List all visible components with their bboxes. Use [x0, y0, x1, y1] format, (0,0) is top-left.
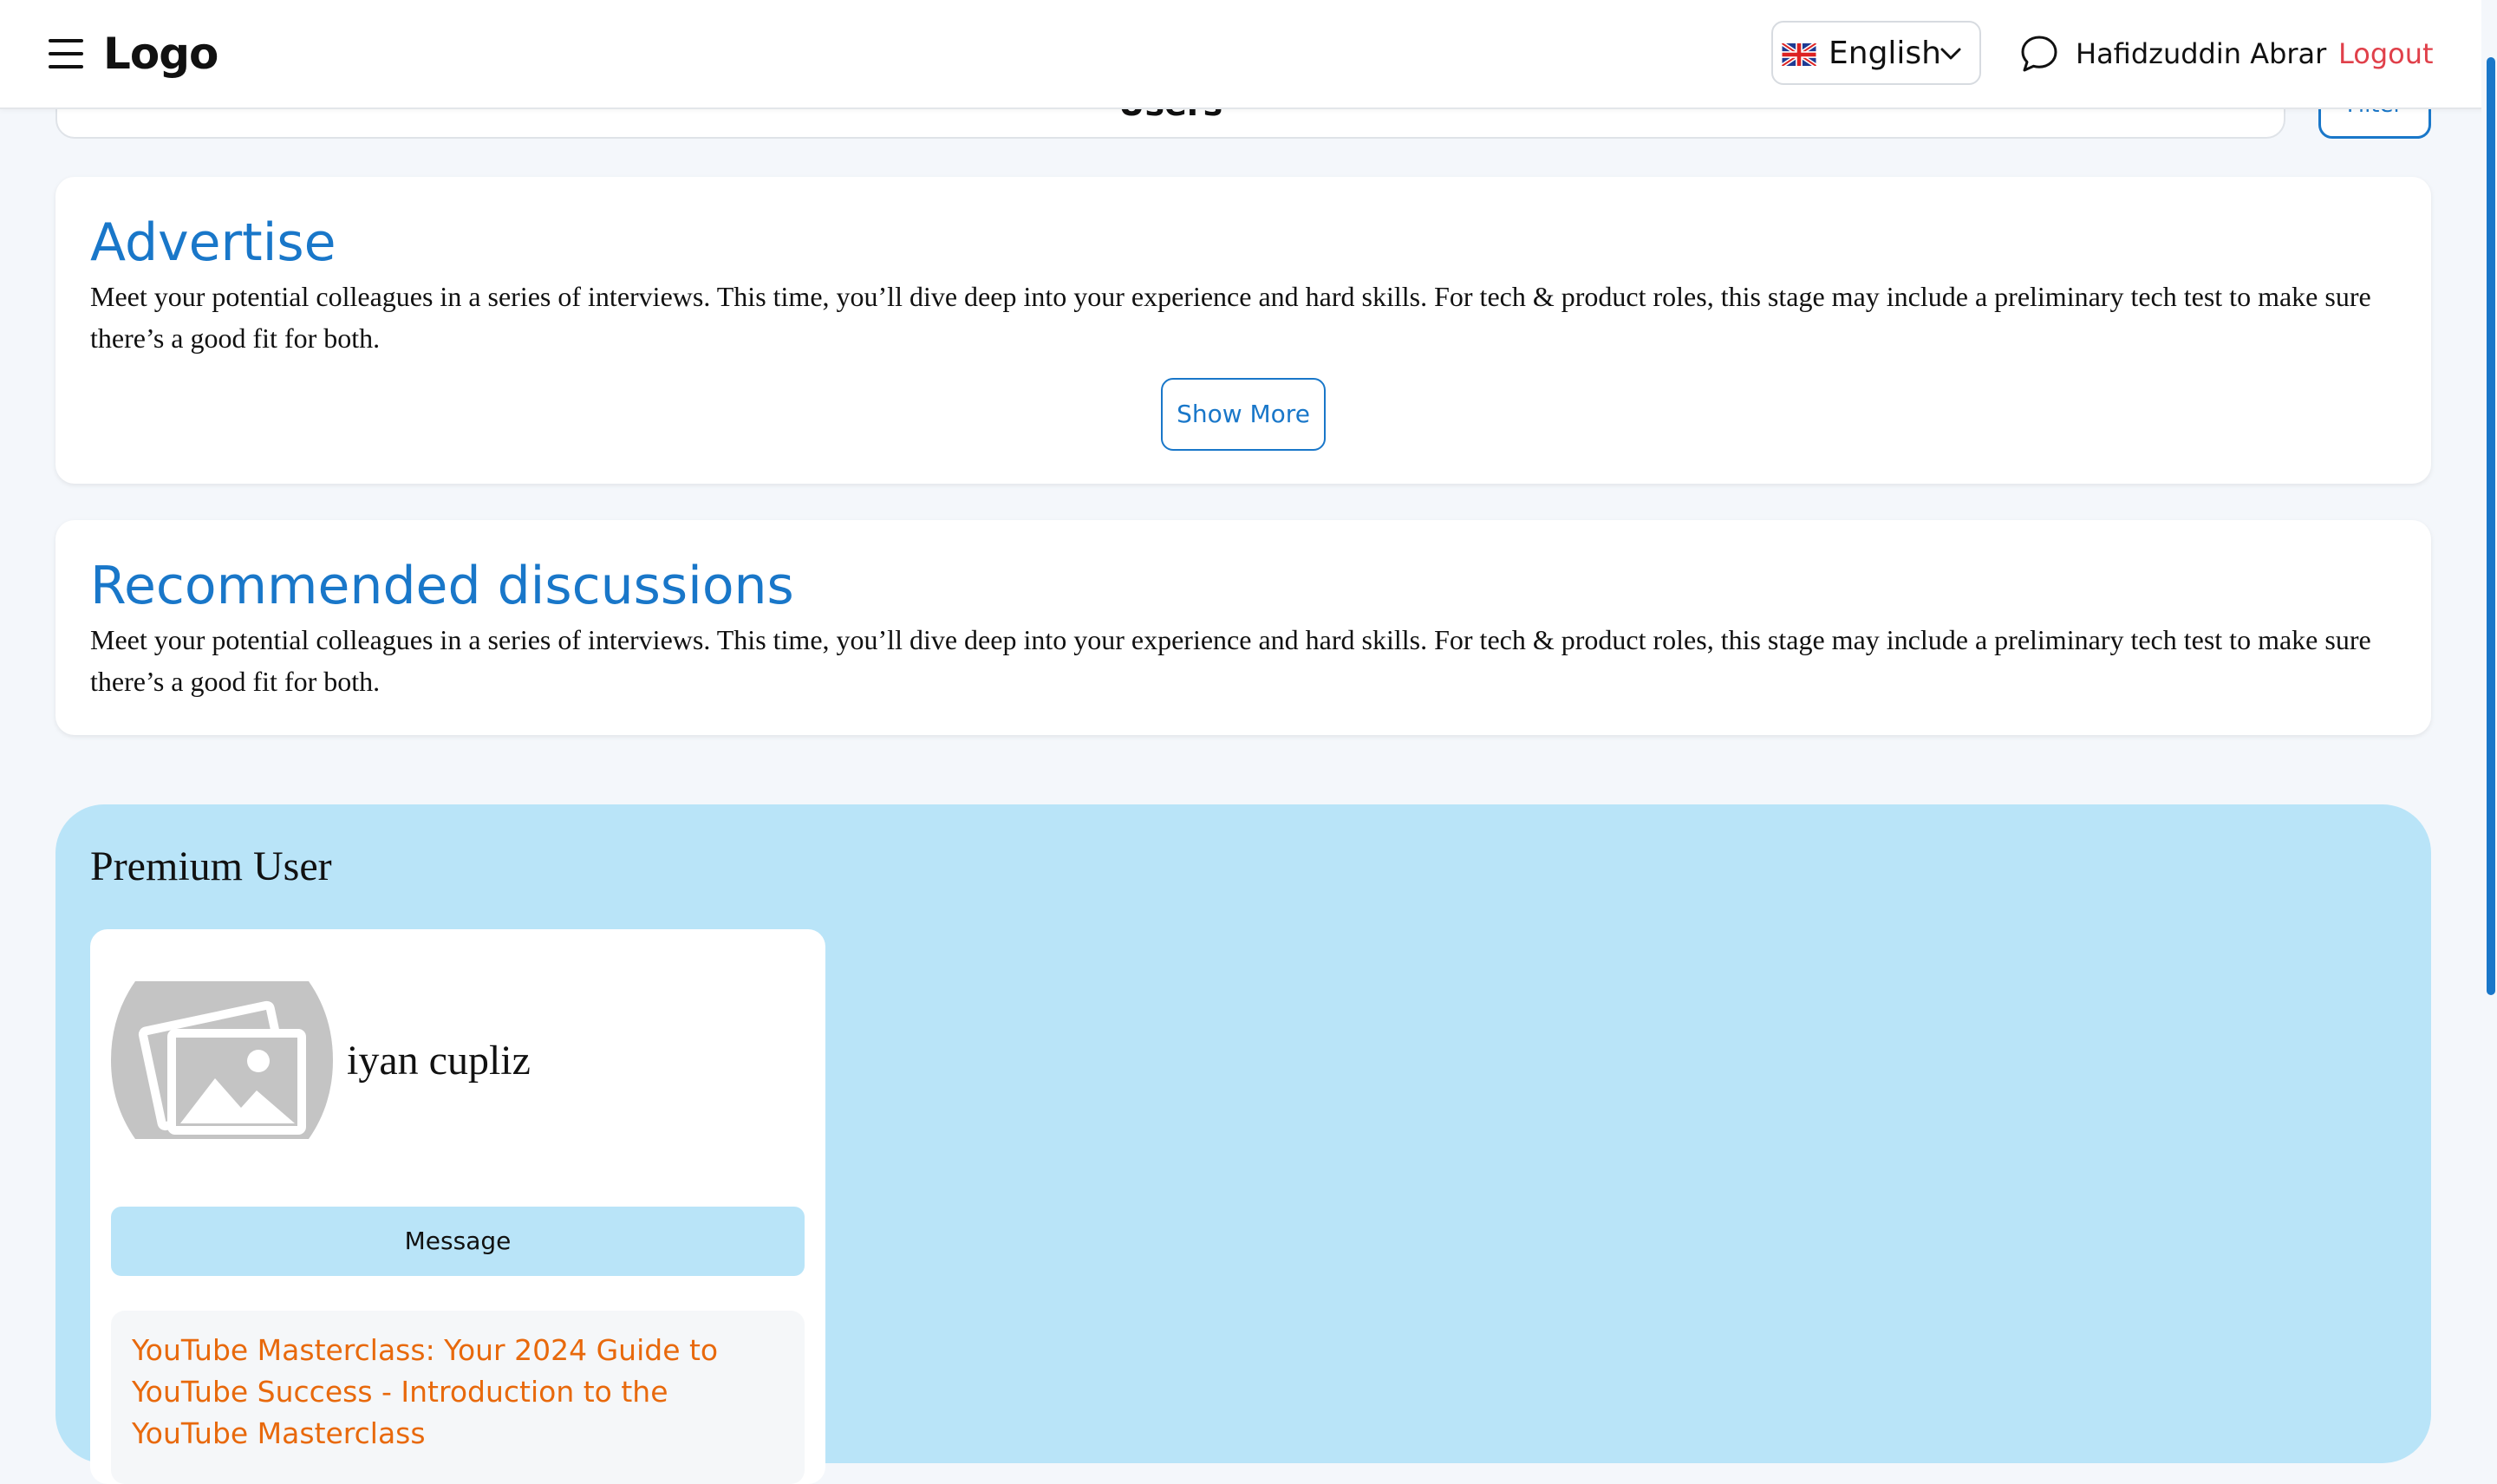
- course-item: YouTube Masterclass: Your 2024 Guide to …: [111, 1311, 805, 1484]
- premium-section-title: Premium User: [90, 843, 332, 889]
- chat-bubble-icon[interactable]: [2018, 33, 2060, 75]
- course-title-link[interactable]: YouTube Masterclass: Your 2024 Guide to …: [132, 1330, 770, 1455]
- uk-flag-icon: [1782, 43, 1816, 66]
- logo[interactable]: Logo: [103, 26, 218, 81]
- top-navigation-bar: Logo English Hafidzuddin Abrar Logout: [0, 0, 2497, 109]
- hamburger-menu-icon[interactable]: [49, 39, 83, 68]
- language-label: English: [1829, 36, 1941, 71]
- chevron-down-icon: [1940, 48, 1961, 60]
- recommended-title: Recommended discussions: [90, 556, 794, 616]
- premium-user-name[interactable]: iyan cupliz: [347, 1035, 531, 1087]
- page-scrollbar-thumb[interactable]: [2487, 57, 2495, 995]
- advertise-text: Meet your potential colleagues in a seri…: [90, 281, 2371, 354]
- user-name[interactable]: Hafidzuddin Abrar: [2076, 33, 2326, 75]
- message-button[interactable]: Message: [111, 1207, 805, 1276]
- image-placeholder-icon[interactable]: [111, 981, 333, 1139]
- logout-link[interactable]: Logout: [2338, 33, 2434, 75]
- recommended-discussions-card: Recommended discussions Meet your potent…: [55, 520, 2431, 735]
- recommended-text: Meet your potential colleagues in a seri…: [90, 624, 2371, 697]
- advertise-title: Advertise: [90, 212, 336, 273]
- premium-user-card: iyan cupliz Message YouTube Masterclass:…: [90, 929, 825, 1484]
- advertise-card: Advertise Meet your potential colleagues…: [55, 177, 2431, 484]
- show-more-button[interactable]: Show More: [1161, 378, 1326, 451]
- language-select[interactable]: English: [1771, 21, 1981, 85]
- premium-user-section: Premium User iyan cupliz Message YouTube…: [55, 804, 2431, 1484]
